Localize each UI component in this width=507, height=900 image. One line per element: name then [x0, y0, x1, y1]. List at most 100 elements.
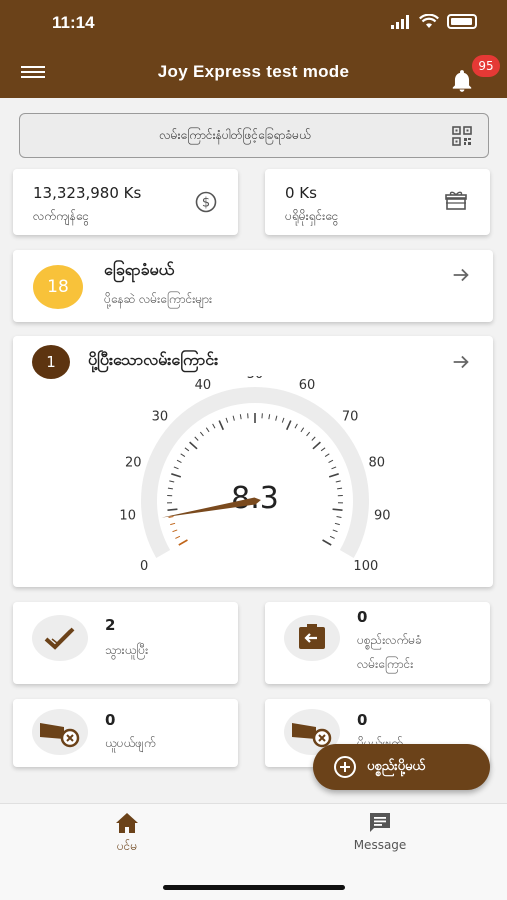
gauge-tick	[322, 539, 332, 546]
gauge-tick	[169, 480, 175, 483]
dollar-icon: $	[195, 191, 217, 213]
gauge-tick	[332, 508, 343, 511]
gauge-tick-label: 60	[299, 378, 316, 393]
gauge-tick	[171, 473, 182, 478]
tracking-title: ခြေရာခံမယ်	[104, 260, 175, 279]
qr-code-icon[interactable]	[452, 126, 472, 146]
gift-icon	[445, 191, 467, 210]
gauge-tick	[168, 516, 174, 518]
gauge-tick	[176, 459, 182, 463]
gauge-tick	[312, 441, 321, 450]
gauge-tick	[172, 529, 178, 533]
gauge-tick-label: 100	[353, 559, 378, 574]
stat-count: 0	[105, 711, 116, 729]
gauge-tick	[205, 427, 210, 433]
gauge-tick	[334, 522, 340, 526]
track-search-bar[interactable]: လမ်းကြောင်းနံပါတ်ဖြင့်ခြေရာခံမယ်	[19, 113, 489, 158]
gauge-tick	[281, 417, 285, 423]
delivered-count-badge: 1	[32, 345, 70, 379]
gauge-tick	[167, 508, 178, 511]
tracking-card[interactable]	[13, 250, 493, 322]
gauge-tick	[329, 535, 335, 539]
search-placeholder: လမ်းကြောင်းနံပါတ်ဖြင့်ခြေရာခံမယ်	[159, 128, 311, 142]
stat-icon-bg	[32, 615, 88, 661]
home-icon	[116, 813, 138, 833]
gauge-tick-label: 80	[368, 455, 385, 470]
gauge-tick	[300, 427, 305, 433]
gauge-tick	[285, 420, 292, 431]
stat-count: 0	[357, 711, 368, 729]
status-icons	[391, 14, 477, 29]
plus-circle-icon	[334, 756, 356, 778]
promotion-balance-card[interactable]: 0 Ks ပရိုမိုးရှင်းငွေ	[265, 169, 490, 235]
stat-card-pickup-cancelled[interactable]: 0 ယူပယ်ဖျက်	[13, 699, 238, 767]
gauge-tick	[337, 487, 343, 490]
promotion-amount: 0 Ks	[285, 184, 317, 202]
gauge-tick	[173, 466, 179, 470]
gauge-tick	[170, 522, 176, 526]
notification-bell-icon[interactable]	[449, 68, 475, 94]
send-parcel-label: ပစ္စည်းပို့မယ်	[367, 759, 426, 774]
stat-card-rejected[interactable]: 0 ပစ္စည်းလက်မခံ လမ်းကြောင်း	[265, 602, 490, 684]
gauge-tick-label: 30	[152, 409, 169, 424]
gauge-tick	[184, 447, 190, 452]
gauge-tick-label: 0	[140, 559, 148, 574]
stat-card-picked-up[interactable]: 2 သွားယူပြီး	[13, 602, 238, 684]
stat-count: 0	[357, 608, 368, 626]
gauge-tick	[268, 414, 271, 420]
gauge-tick	[328, 473, 339, 478]
gauge-tick	[218, 420, 225, 431]
balance-amount: 13,323,980 Ks	[33, 184, 142, 202]
gauge-tick	[311, 436, 316, 441]
stat-label: လမ်းကြောင်း	[357, 657, 414, 671]
gauge-tick	[331, 466, 337, 470]
wifi-icon	[419, 14, 439, 28]
send-parcel-button[interactable]: ပစ္စည်းပို့မယ်	[313, 744, 490, 790]
gauge-tick-label: 10	[119, 508, 136, 523]
signal-icon	[391, 14, 409, 29]
delivered-title: ပို့ပြီးသောလမ်းကြောင်း	[88, 350, 219, 369]
promotion-label: ပရိုမိုးရှင်းငွေ	[285, 209, 339, 223]
gauge-tick	[306, 431, 311, 437]
gauge-tick	[275, 415, 278, 421]
app-title: Joy Express test mode	[157, 62, 350, 81]
gauge-tick	[232, 415, 235, 421]
check-icon	[44, 627, 75, 650]
tracking-subtitle: ပို့နေဆဲ လမ်းကြောင်းများ	[104, 292, 213, 306]
gauge-tick	[175, 535, 181, 539]
balance-label: လက်ကျန်ငွေ	[33, 209, 90, 223]
nav-message[interactable]: Message	[320, 812, 440, 862]
gauge-tick	[167, 487, 173, 490]
gauge-tick	[320, 447, 326, 452]
return-box-icon	[299, 624, 325, 649]
balance-card[interactable]: 13,323,980 Ks လက်ကျန်ငွေ $	[13, 169, 238, 235]
arrow-right-icon[interactable]	[450, 264, 472, 286]
home-indicator	[163, 885, 345, 890]
gauge-tick	[212, 423, 216, 429]
stat-label: ယူပယ်ဖျက်	[105, 736, 156, 750]
arrow-right-icon[interactable]	[450, 351, 472, 373]
status-time: 11:14	[52, 13, 95, 32]
gauge-tick-label: 50	[247, 376, 264, 382]
message-icon	[370, 813, 390, 832]
gauge-tick	[324, 453, 330, 457]
gauge-tick	[199, 431, 204, 437]
gauge-tick	[239, 414, 242, 420]
status-bar: 11:14	[0, 0, 507, 48]
notification-badge: 95	[472, 55, 500, 77]
gauge-tick	[335, 480, 341, 483]
tracking-count-badge: 18	[33, 265, 83, 309]
stat-count: 2	[105, 616, 116, 634]
stat-icon-bg	[32, 709, 88, 755]
nav-home[interactable]: ပင်မ	[67, 812, 187, 862]
battery-icon	[447, 14, 477, 29]
gauge-tick	[225, 417, 229, 423]
stat-label: သွားယူပြီး	[105, 643, 149, 657]
svg-text:$: $	[202, 196, 210, 211]
delivery-gauge: 0102030405060708090100 8.3	[119, 376, 390, 574]
gauge-ticks	[167, 413, 343, 546]
gauge-tick	[332, 529, 338, 533]
cancel-truck-icon	[40, 723, 80, 748]
gauge-tick	[328, 459, 334, 463]
stat-label: ပစ္စည်းလက်မခံ	[357, 633, 422, 647]
